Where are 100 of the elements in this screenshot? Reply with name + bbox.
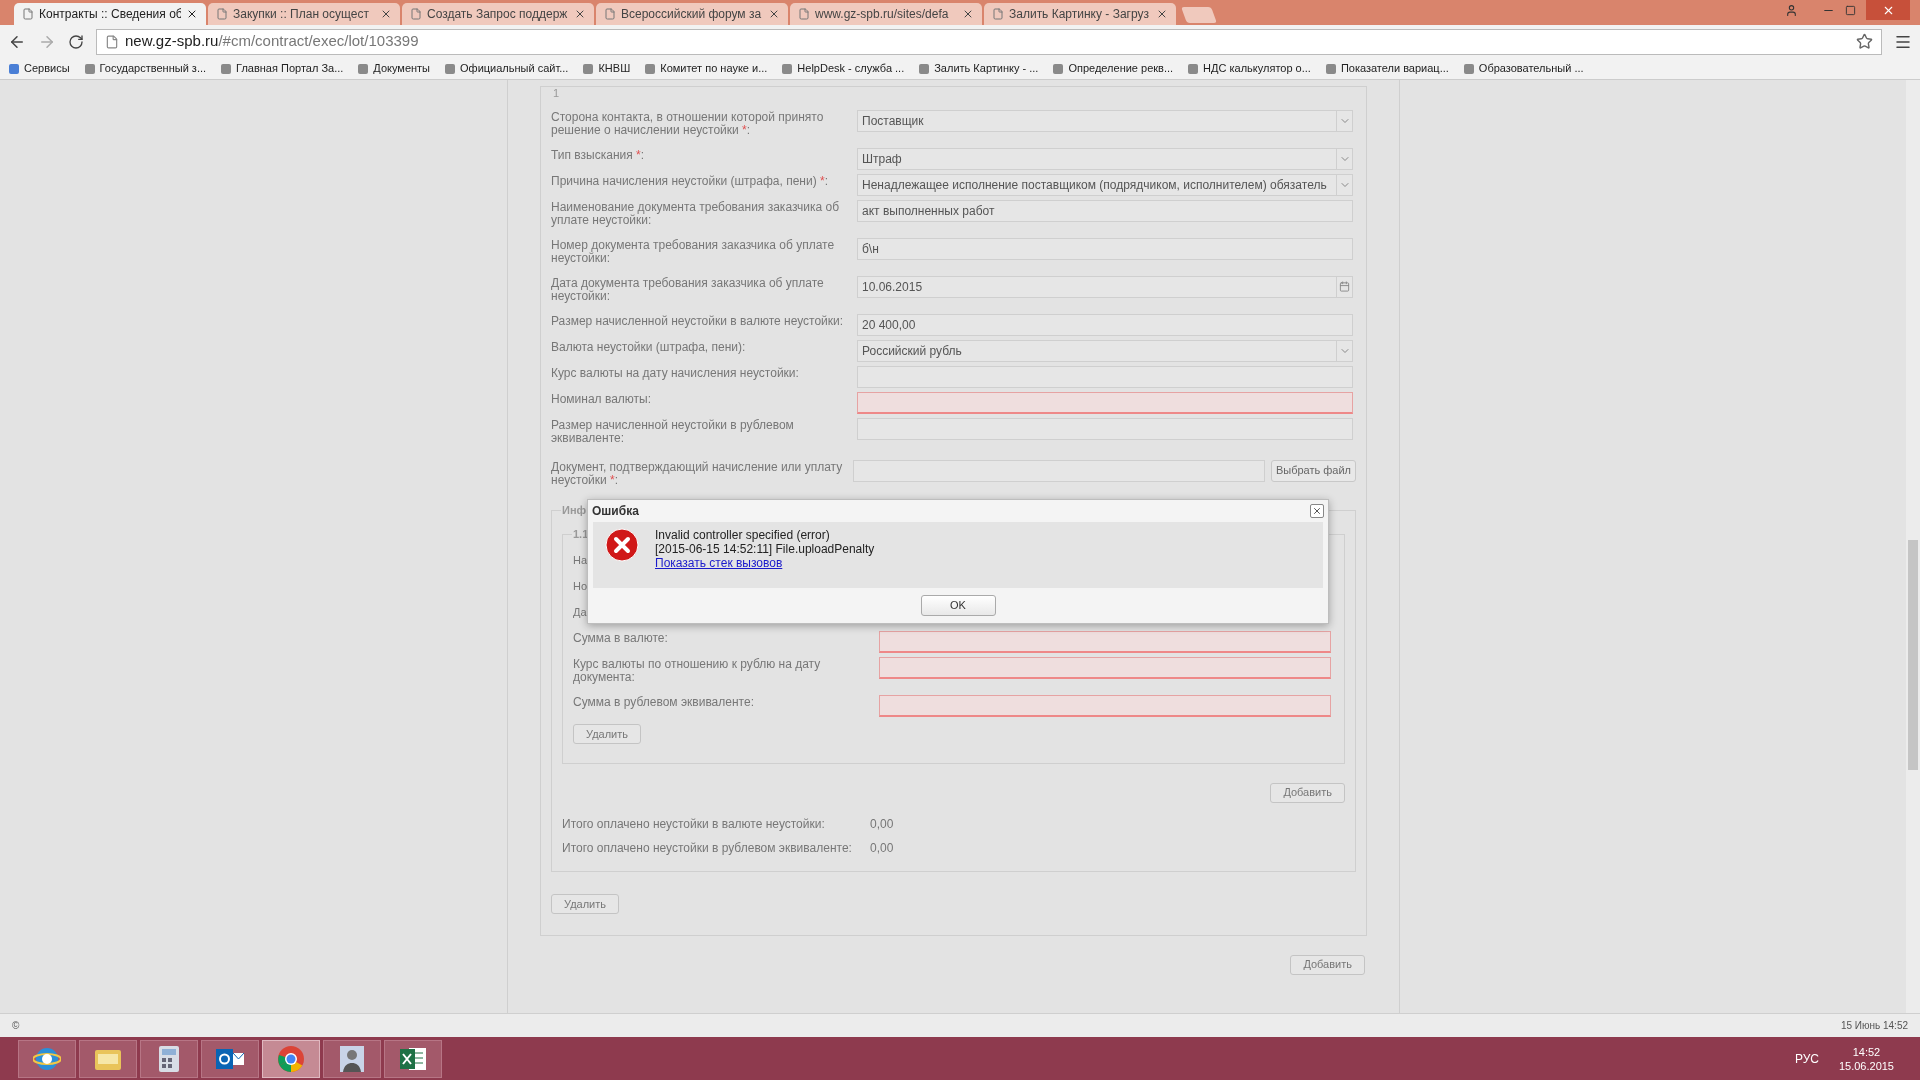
reload-icon[interactable] xyxy=(68,33,84,50)
bookmark[interactable]: Документы xyxy=(357,60,431,77)
page-icon xyxy=(410,8,422,20)
ok-button[interactable]: OK xyxy=(920,595,996,616)
status-text: © xyxy=(12,1019,20,1033)
close-icon[interactable] xyxy=(186,8,198,20)
total-label: Итого оплачено неустойки в валюте неустойки: xyxy=(562,815,826,833)
taskbar-app[interactable] xyxy=(323,1039,381,1078)
taskbar-app[interactable] xyxy=(384,1039,442,1078)
field-label: Наименование документа требования заказчика об уплате неустойки: xyxy=(551,199,841,229)
section-legend: 1 xyxy=(553,85,1356,102)
bookmark[interactable]: Залить Картинку - ... xyxy=(918,60,1039,77)
browser-tab[interactable]: Закупки :: План осущест xyxy=(208,3,400,25)
error-message: [2015-06-15 14:52:11] File.uploadPenalty xyxy=(655,542,875,556)
close-icon[interactable] xyxy=(1156,8,1168,20)
site-icon xyxy=(918,62,931,75)
field-label: Курс валюты по отношению к рублю на дату документа: xyxy=(573,656,822,686)
add-button[interactable]: Добавить xyxy=(1290,954,1365,975)
close-button[interactable] xyxy=(1310,504,1324,518)
bookmark[interactable]: Официальный сайт... xyxy=(444,60,569,77)
user-icon[interactable] xyxy=(1785,3,1798,17)
field-label: Курс валюты на дату начисления неустойки: xyxy=(551,365,800,382)
taskbar-app[interactable] xyxy=(79,1039,137,1078)
field-label: Да xyxy=(573,604,587,619)
input-field[interactable] xyxy=(879,694,1331,717)
field-label: Тип взыскания *: xyxy=(551,147,646,164)
page-icon xyxy=(216,8,228,20)
field-label: Сторона контакта, в отношении которой принято решение о начислении неустойки *: xyxy=(551,109,825,139)
field-label: Валюта неустойки (штрафа, пени): xyxy=(551,339,747,356)
date-field[interactable]: 10.06.2015 xyxy=(857,275,1353,298)
bookmark[interactable]: Сервисы xyxy=(8,60,70,77)
bookmark[interactable]: HelpDesk - служба ... xyxy=(781,60,905,77)
total-value: 0,00 xyxy=(870,815,894,833)
bookmark[interactable]: НДС калькулятор о... xyxy=(1187,60,1311,77)
calculator-icon xyxy=(158,1044,180,1073)
close-icon xyxy=(1312,506,1322,516)
restore-icon[interactable] xyxy=(1845,4,1856,16)
delete-button[interactable]: Удалить xyxy=(551,893,619,914)
taskbar-app[interactable] xyxy=(18,1039,76,1078)
field-label: Номер документа требования заказчика об уплате неустойки: xyxy=(551,237,836,267)
bookmark[interactable]: Государственный з... xyxy=(83,60,207,77)
field-label: Причина начисления неустойки (штрафа, пени) *: xyxy=(551,173,829,190)
site-icon xyxy=(357,62,370,75)
stack-trace-link[interactable]: Показать стек вызовов xyxy=(655,556,875,570)
total-value: 0,00 xyxy=(870,839,894,857)
site-icon xyxy=(83,62,96,75)
input-field[interactable]: б\н xyxy=(857,237,1353,260)
dialog-title: Ошибка xyxy=(592,503,639,520)
spreadsheet-icon xyxy=(399,1045,427,1072)
browser-tab[interactable]: Создать Запрос поддерж xyxy=(402,3,594,25)
clock[interactable]: 14:52 15.06.2015 xyxy=(1830,1044,1902,1073)
bookmark[interactable]: Определение рекв... xyxy=(1052,60,1174,77)
section-legend: Инф xyxy=(561,503,588,517)
browser-tab[interactable]: Залить Картинку - Загруз xyxy=(984,3,1176,25)
choose-file-button[interactable]: Выбрать файл xyxy=(1270,459,1356,482)
input-field[interactable] xyxy=(857,391,1353,414)
address-bar[interactable]: new.gz-spb.ru/#cm/contract/exec/lot/103399 xyxy=(96,28,1882,55)
dropdown-field[interactable]: Штраф xyxy=(857,147,1353,170)
site-icon xyxy=(8,62,20,75)
delete-button[interactable]: Удалить xyxy=(573,723,641,744)
bookmark[interactable]: Главная Портал За... xyxy=(220,60,344,77)
field-label: Но xyxy=(573,578,588,593)
input-field[interactable] xyxy=(879,630,1331,653)
site-icon xyxy=(582,62,595,75)
site-icon xyxy=(1462,62,1475,75)
total-label: Итого оплачено неустойки в рублевом эквиваленте: xyxy=(562,839,853,857)
close-icon[interactable] xyxy=(768,8,780,20)
add-button[interactable]: Добавить xyxy=(1270,782,1345,803)
dropdown-field[interactable]: Ненадлежащее исполнение поставщиком (подрядчиком, исполнителем) обязатель xyxy=(857,173,1353,196)
taskbar-app[interactable] xyxy=(201,1039,259,1078)
bookmark[interactable]: Комитет по науке и... xyxy=(644,60,768,77)
input-field[interactable]: акт выполненных работ xyxy=(857,199,1353,222)
calendar-icon xyxy=(1339,281,1350,292)
browser-tab[interactable]: Всероссийский форум за xyxy=(596,3,788,25)
input-field[interactable] xyxy=(879,656,1331,679)
page-icon xyxy=(604,8,616,20)
field-label: Размер начисленной неустойки в рублевом эквиваленте: xyxy=(551,417,795,447)
bookmark[interactable]: Образовательный ... xyxy=(1462,60,1584,77)
bookmark[interactable]: КНВШ xyxy=(582,60,631,77)
close-icon[interactable] xyxy=(962,8,974,20)
browser-tab[interactable]: www.gz-spb.ru/sites/defa xyxy=(790,3,982,25)
close-icon[interactable] xyxy=(380,8,392,20)
page-icon xyxy=(22,8,34,20)
field-label: Номинал валюты: xyxy=(551,391,653,408)
scrollbar[interactable] xyxy=(1906,80,1920,1013)
site-icon xyxy=(220,62,233,75)
site-icon xyxy=(1052,62,1065,75)
page-icon xyxy=(992,8,1004,20)
taskbar-app[interactable] xyxy=(140,1039,198,1078)
close-icon[interactable] xyxy=(574,8,586,20)
field-label: Сумма в валюте: xyxy=(573,630,669,647)
taskbar-app[interactable] xyxy=(262,1039,320,1078)
error-icon xyxy=(605,528,639,562)
dropdown-field[interactable]: Поставщик xyxy=(857,109,1353,132)
site-icon xyxy=(1324,62,1337,75)
dropdown-field[interactable]: Российский рубль xyxy=(857,339,1353,362)
bookmark-star-icon[interactable] xyxy=(1856,33,1873,50)
bookmark[interactable]: Показатели вариац... xyxy=(1324,60,1449,77)
input-field[interactable]: 20 400,00 xyxy=(857,313,1353,336)
tray-text[interactable]: РУС xyxy=(1794,1049,1819,1068)
